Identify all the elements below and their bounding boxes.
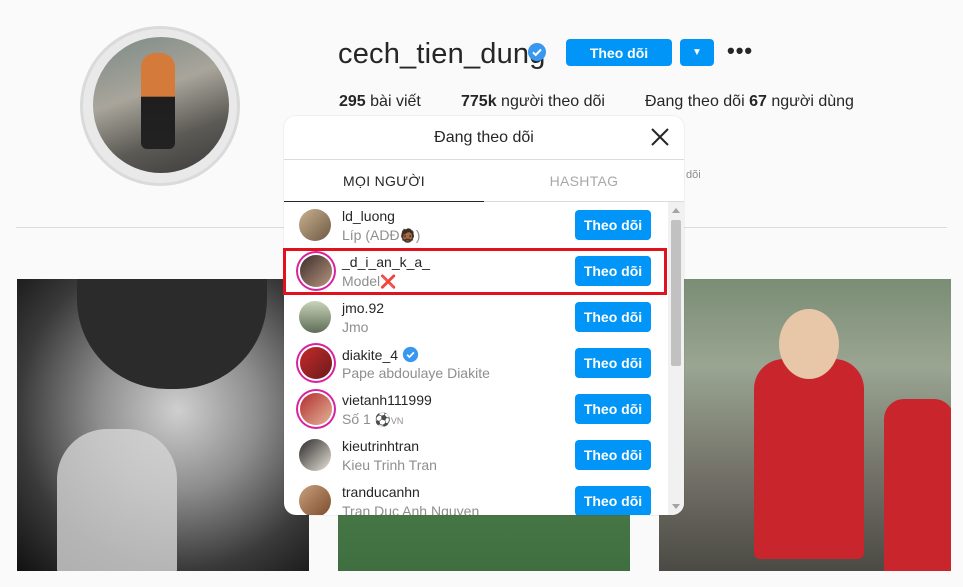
row-fullname-text: Số 1 — [342, 411, 375, 427]
list-item: kieutrinhtran Kieu Trinh Tran Theo dõi — [284, 432, 668, 478]
scroll-up-icon[interactable] — [672, 208, 680, 213]
row-fullname-emoji: ❌ — [380, 274, 397, 289]
avatar[interactable] — [300, 393, 332, 425]
follow-button[interactable]: Theo dõi — [575, 394, 651, 424]
row-fullname-emoji: 🧔🏾 — [399, 228, 416, 243]
dialog-header: Đang theo dõi — [284, 116, 684, 160]
row-fullname: Số 1 ⚽VN — [342, 411, 403, 428]
row-fullname: Pape abdoulaye Diakite — [342, 365, 490, 381]
row-fullname: Líp (ADĐ🧔🏾) — [342, 227, 420, 244]
list-item: _d_i_an_k_a_ Model❌ Theo dõi — [284, 248, 668, 294]
dialog-title: Đang theo dõi — [434, 128, 534, 146]
avatar[interactable] — [300, 255, 332, 287]
row-username[interactable]: vietanh111999 — [342, 392, 432, 408]
row-username[interactable]: kieutrinhtran — [342, 438, 419, 454]
row-username[interactable]: tranducanhn — [342, 484, 420, 500]
follow-button[interactable]: Theo dõi — [575, 486, 651, 515]
follow-button[interactable]: Theo dõi — [575, 302, 651, 332]
row-fullname: Jmo — [342, 319, 369, 335]
row-fullname-end: ) — [415, 227, 421, 243]
tab-hashtag[interactable]: HASHTAG — [484, 160, 684, 201]
row-fullname: Tran Duc Anh Nguyen — [342, 503, 480, 515]
verified-icon — [402, 346, 419, 363]
list-item: tranducanhn Tran Duc Anh Nguyen Theo dõi — [284, 478, 668, 515]
avatar[interactable] — [299, 209, 331, 241]
follow-button[interactable]: Theo dõi — [575, 256, 651, 286]
row-username[interactable]: _d_i_an_k_a_ — [342, 254, 430, 270]
scroll-down-icon[interactable] — [672, 504, 680, 509]
follow-button[interactable]: Theo dõi — [575, 210, 651, 240]
close-icon[interactable] — [648, 125, 672, 149]
row-username-text: diakite_4 — [342, 347, 399, 363]
list-scrollbar[interactable] — [668, 202, 684, 515]
following-dialog: Đang theo dõi MỌI NGƯỜI HASHTAG ld_luong… — [284, 116, 684, 515]
follow-button[interactable]: Theo dõi — [575, 348, 651, 378]
list-item: jmo.92 Jmo Theo dõi — [284, 294, 668, 340]
row-username[interactable]: ld_luong — [342, 208, 395, 224]
avatar[interactable] — [299, 485, 331, 515]
row-username[interactable]: diakite_4 — [342, 346, 419, 363]
row-fullname-end: VN — [390, 416, 404, 426]
dialog-tabs: MỌI NGƯỜI HASHTAG — [284, 160, 684, 202]
list-item: diakite_4 Pape abdoulaye Diakite Theo dõ… — [284, 340, 668, 386]
scroll-thumb[interactable] — [671, 220, 681, 366]
row-fullname: Kieu Trinh Tran — [342, 457, 437, 473]
list-item: ld_luong Líp (ADĐ🧔🏾) Theo dõi — [284, 202, 668, 248]
following-list: ld_luong Líp (ADĐ🧔🏾) Theo dõi _d_i_an_k_… — [284, 202, 668, 515]
row-fullname-text: Model — [342, 273, 381, 289]
tab-people[interactable]: MỌI NGƯỜI — [284, 160, 484, 202]
avatar[interactable] — [299, 301, 331, 333]
row-fullname: Model❌ — [342, 273, 396, 290]
row-username[interactable]: jmo.92 — [342, 300, 384, 316]
avatar[interactable] — [299, 439, 331, 471]
list-item: vietanh111999 Số 1 ⚽VN Theo dõi — [284, 386, 668, 432]
avatar[interactable] — [300, 347, 332, 379]
row-fullname-text: Líp (ADĐ — [342, 227, 400, 243]
follow-button[interactable]: Theo dõi — [575, 440, 651, 470]
row-fullname-emoji: ⚽ — [374, 412, 391, 427]
